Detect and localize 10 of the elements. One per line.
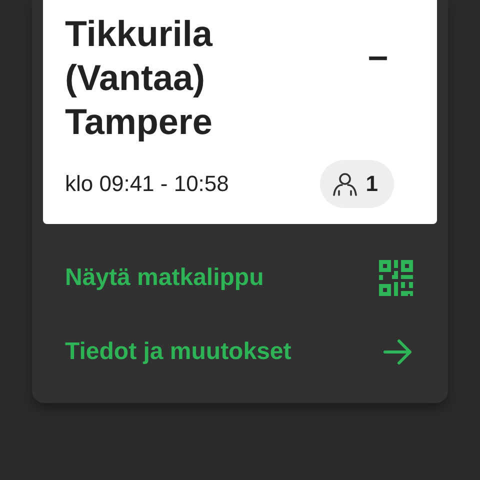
action-row[interactable]: Näytä matkalippu [43,241,437,315]
departure-station: Tikkurila (Vantaa) [65,12,214,100]
person-icon [332,172,358,196]
passenger-count: 1 [366,171,378,197]
arrival-station: Tampere [65,100,214,144]
action-row[interactable]: Tiedot ja muutokset [43,315,437,389]
journey-time: klo 09:41 - 10:58 [65,171,229,197]
qr-code-icon [379,260,413,296]
route-separator: – [366,34,390,78]
arrow-right-icon [383,339,413,365]
